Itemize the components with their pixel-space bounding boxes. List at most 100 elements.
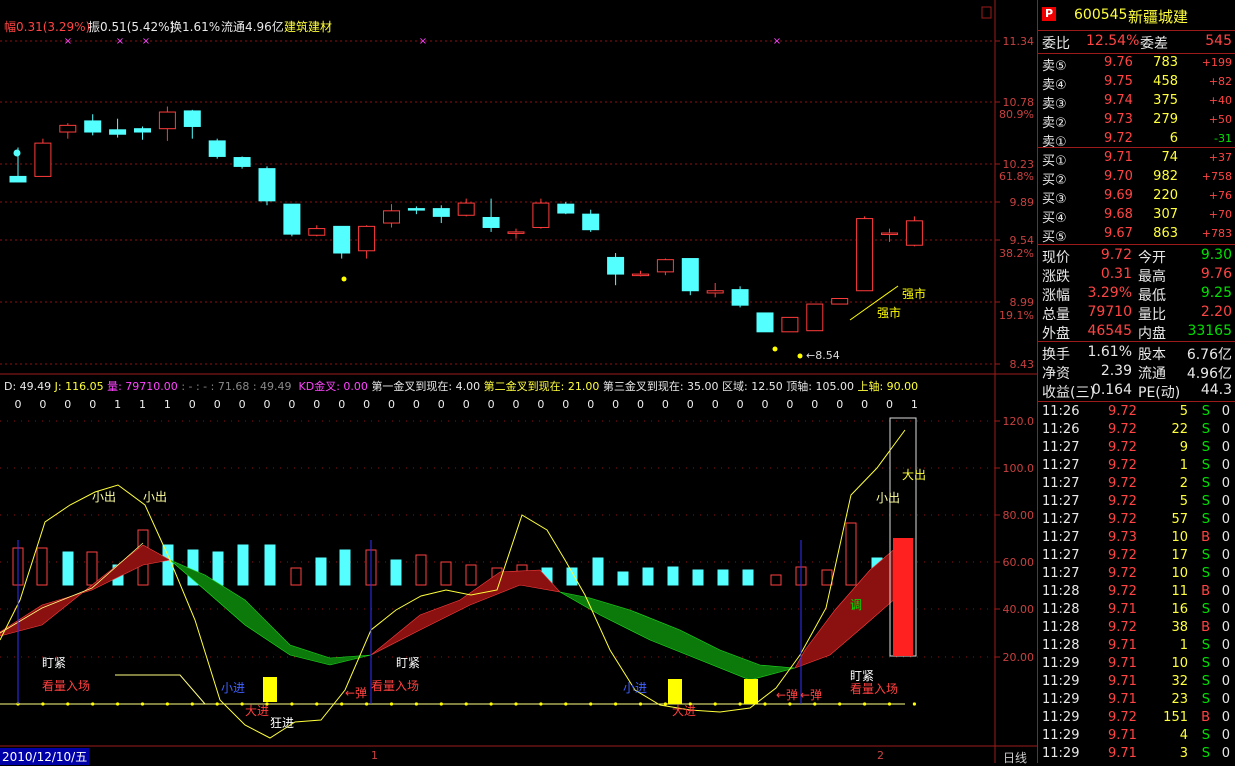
tick-side: S xyxy=(1201,494,1210,509)
quote-panel: P 600545 新疆城建 委比 12.54% 委差 545 卖⑤ 9.76 783… xyxy=(1037,0,1235,763)
sector-text[interactable]: 建筑建材 xyxy=(284,18,332,35)
order-level-label: 买③ xyxy=(1042,192,1067,207)
order-book-row[interactable]: 买④ 9.68 307 +70 xyxy=(1038,206,1235,226)
tick-row[interactable]: 11:27 9.72 10 S 0 xyxy=(1038,565,1235,583)
osc-bar xyxy=(390,559,402,586)
tick-count: 0 xyxy=(1221,746,1230,761)
order-level-label: 买① xyxy=(1042,154,1067,169)
order-price: 9.74 xyxy=(1104,93,1133,108)
order-price: 9.71 xyxy=(1104,150,1133,165)
big-out-label: 大出 xyxy=(902,468,926,482)
order-volume: 6 xyxy=(1169,131,1178,146)
signal-digit: 0 xyxy=(886,398,893,411)
tick-row[interactable]: 11:29 9.71 3 S 0 xyxy=(1038,745,1235,763)
candle-body xyxy=(407,208,425,211)
fin-value: 0.164 xyxy=(1091,382,1132,398)
tick-count: 0 xyxy=(1221,440,1230,455)
tick-row[interactable]: 11:28 9.72 11 B 0 xyxy=(1038,583,1235,601)
signal-digit: 1 xyxy=(911,398,918,411)
order-level-label: 卖⑤ xyxy=(1042,59,1067,74)
signal-digit: 1 xyxy=(139,398,146,411)
tick-count: 0 xyxy=(1221,710,1230,725)
watch-volume-label: 看量入场 xyxy=(371,679,419,693)
tick-row[interactable]: 11:29 9.71 4 S 0 xyxy=(1038,727,1235,745)
price-axis-label: 9.89 xyxy=(1010,196,1035,209)
candle-body xyxy=(158,111,176,130)
quote-value: 9.25 xyxy=(1200,285,1232,301)
tick-row[interactable]: 11:27 9.72 1 S 0 xyxy=(1038,457,1235,475)
tick-volume: 2 xyxy=(1179,476,1188,491)
tick-count: 0 xyxy=(1221,620,1230,635)
candle-body xyxy=(632,273,649,277)
tick-price: 9.71 xyxy=(1108,638,1137,653)
order-book-row[interactable]: 买⑤ 9.67 863 +783 xyxy=(1038,225,1235,245)
signal-digit: 0 xyxy=(712,398,719,411)
tick-count: 0 xyxy=(1221,566,1230,581)
tick-row[interactable]: 11:29 9.71 10 S 0 xyxy=(1038,655,1235,673)
tick-row[interactable]: 11:26 9.72 22 S 0 xyxy=(1038,421,1235,439)
float-cap-text: 流通4.96亿 xyxy=(221,20,284,34)
tick-row[interactable]: 11:29 9.71 23 S 0 xyxy=(1038,691,1235,709)
signal-digit: 0 xyxy=(413,398,420,411)
tick-price: 9.72 xyxy=(1108,620,1137,635)
signal-digit: 0 xyxy=(239,398,246,411)
quote-row: 涨跌 0.31 最高 9.76 xyxy=(1038,265,1235,285)
tick-row[interactable]: 11:26 9.72 5 S 0 xyxy=(1038,403,1235,421)
tick-volume: 3 xyxy=(1179,746,1188,761)
order-book-row[interactable]: 卖④ 9.75 458 +82 xyxy=(1038,73,1235,93)
signal-digit: 0 xyxy=(662,398,669,411)
signal-digit: 0 xyxy=(438,398,445,411)
tick-row[interactable]: 11:28 9.72 38 B 0 xyxy=(1038,619,1235,637)
order-book-row[interactable]: 买① 9.71 74 +37 xyxy=(1038,149,1235,169)
candle-body xyxy=(109,129,127,135)
quote-label: 最高 xyxy=(1138,269,1166,285)
osc-axis-label: 60.00 xyxy=(1003,556,1035,569)
tick-volume: 57 xyxy=(1171,512,1188,527)
adjust-label: 调 xyxy=(850,598,862,612)
cyan-dot xyxy=(13,149,21,157)
tick-time: 11:26 xyxy=(1042,404,1080,419)
tick-row[interactable]: 11:28 9.71 1 S 0 xyxy=(1038,637,1235,655)
tick-volume: 11 xyxy=(1171,584,1188,599)
baseline-dot xyxy=(240,702,244,706)
order-book-row[interactable]: 卖② 9.73 279 +50 xyxy=(1038,111,1235,131)
fin-label: 流通 xyxy=(1138,366,1166,382)
osc-bar xyxy=(162,544,174,586)
order-book-row[interactable]: 买③ 9.69 220 +76 xyxy=(1038,187,1235,207)
osc-bar xyxy=(845,522,857,586)
osc-bar xyxy=(62,551,74,586)
order-book-row[interactable]: 买② 9.70 982 +758 xyxy=(1038,168,1235,188)
baseline-dot xyxy=(365,702,369,706)
tick-price: 9.72 xyxy=(1108,458,1137,473)
tick-row[interactable]: 11:28 9.71 16 S 0 xyxy=(1038,601,1235,619)
order-volume: 307 xyxy=(1153,207,1178,222)
osc-bar xyxy=(821,569,833,586)
osc-bar xyxy=(315,557,327,586)
tick-row[interactable]: 11:27 9.72 9 S 0 xyxy=(1038,439,1235,457)
signal-digit: 0 xyxy=(587,398,594,411)
period-label[interactable]: 日线 xyxy=(1003,749,1027,766)
signal-digit: 0 xyxy=(288,398,295,411)
tick-time: 11:26 xyxy=(1042,422,1080,437)
tick-row[interactable]: 11:27 9.72 57 S 0 xyxy=(1038,511,1235,529)
baseline-dot xyxy=(41,702,45,706)
order-change: +783 xyxy=(1201,227,1232,240)
order-book-row[interactable]: 卖⑤ 9.76 783 +199 xyxy=(1038,54,1235,74)
order-change: +758 xyxy=(1201,170,1232,183)
order-volume: 982 xyxy=(1153,169,1178,184)
tick-row[interactable]: 11:29 9.72 151 B 0 xyxy=(1038,709,1235,727)
candle-body xyxy=(183,110,201,127)
order-book-row[interactable]: 卖③ 9.74 375 +40 xyxy=(1038,92,1235,112)
order-price: 9.75 xyxy=(1104,74,1133,89)
p-icon[interactable]: P xyxy=(1042,7,1056,21)
tick-volume: 4 xyxy=(1179,728,1188,743)
tick-row[interactable]: 11:27 9.73 10 B 0 xyxy=(1038,529,1235,547)
order-book-row[interactable]: 卖① 9.72 6 -31 xyxy=(1038,130,1235,150)
tick-row[interactable]: 11:27 9.72 2 S 0 xyxy=(1038,475,1235,493)
candle-body xyxy=(681,258,699,292)
tick-row[interactable]: 11:27 9.72 17 S 0 xyxy=(1038,547,1235,565)
tick-time: 11:27 xyxy=(1042,548,1080,563)
tick-time: 11:27 xyxy=(1042,494,1080,509)
tick-row[interactable]: 11:29 9.71 32 S 0 xyxy=(1038,673,1235,691)
tick-row[interactable]: 11:27 9.72 5 S 0 xyxy=(1038,493,1235,511)
